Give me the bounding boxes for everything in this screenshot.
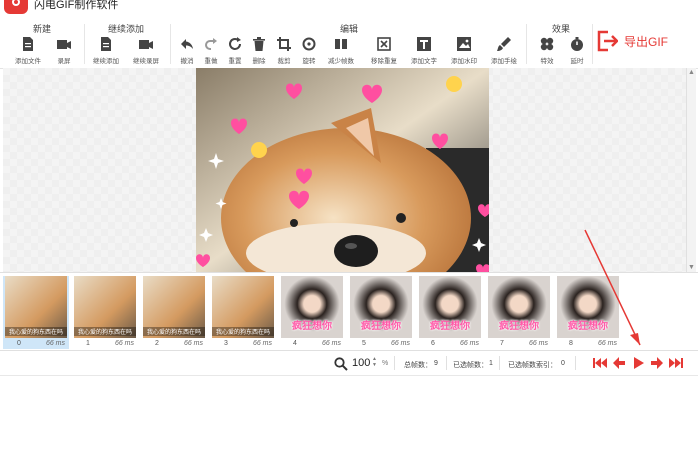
total-frames-label: 总帧数： xyxy=(404,362,432,369)
frame-image: 疯狂想你 xyxy=(350,276,412,338)
stopwatch-icon xyxy=(571,37,583,51)
fx-button[interactable]: 特效 xyxy=(532,36,562,65)
gif-preview-image xyxy=(196,68,489,272)
file-icon xyxy=(23,37,33,51)
status-bar: 100 ▲ ▼ % 总帧数： 9 已选帧数： 1 已选帧数索引： 0 xyxy=(0,350,698,376)
add-file-button[interactable]: 添加文件 xyxy=(13,36,43,65)
selected-index-label: 已选帧数索引： xyxy=(508,362,557,369)
prev-frame-icon[interactable] xyxy=(612,357,626,369)
selected-index-value: 0 xyxy=(561,360,565,367)
rotate-button[interactable]: 旋转 xyxy=(294,36,324,65)
selected-frames-value: 1 xyxy=(489,360,493,367)
redo-icon xyxy=(205,38,217,50)
export-icon xyxy=(597,30,618,52)
divider xyxy=(499,356,500,370)
frame-thumbnail-2[interactable]: 我心爱的狗东西在吗 2 66 ms xyxy=(141,276,207,349)
frame-thumbnail-0[interactable]: 我心爱的狗东西在吗 0 66 ms xyxy=(3,276,69,349)
frame-thumbnail-3[interactable]: 我心爱的狗东西在吗 3 66 ms xyxy=(210,276,276,349)
frame-thumbnail-7[interactable]: 疯狂想你 7 66 ms xyxy=(486,276,552,349)
frame-thumbnail-4[interactable]: 疯狂想你 4 66 ms xyxy=(279,276,345,349)
skip-first-icon[interactable] xyxy=(593,357,607,369)
divider xyxy=(170,24,171,64)
continue-record-button[interactable]: 继续录屏 xyxy=(131,36,161,65)
crop-icon xyxy=(277,37,291,51)
add-text-button[interactable]: 添加文字 xyxy=(409,36,439,65)
scroll-up-icon[interactable]: ▲ xyxy=(687,68,696,77)
app-title: 闪电GIF制作软件 xyxy=(34,0,119,11)
skip-last-icon[interactable] xyxy=(669,357,683,369)
reduce-frames-button[interactable]: 减少帧数 xyxy=(326,36,356,65)
frame-thumbnail-1[interactable]: 我心爱的狗东西在吗 1 66 ms xyxy=(72,276,138,349)
frame-image: 疯狂想你 xyxy=(419,276,481,338)
refresh-icon xyxy=(229,37,241,50)
zoom-unit: % xyxy=(382,360,389,367)
add-watermark-button[interactable]: 添加水印 xyxy=(449,36,479,65)
reduce-frames-icon xyxy=(335,39,347,49)
divider xyxy=(526,24,527,64)
frame-thumbnail-5[interactable]: 疯狂想你 5 66 ms xyxy=(348,276,414,349)
divider xyxy=(394,356,395,370)
group-title-continue: 继续添加 xyxy=(108,24,145,34)
frame-image: 疯狂想你 xyxy=(281,276,343,338)
remove-duplicate-button[interactable]: 移除重复 xyxy=(369,36,399,65)
frame-thumbnail-8[interactable]: 疯狂想你 8 66 ms xyxy=(555,276,621,349)
magnifier-icon xyxy=(334,357,348,371)
frame-filmstrip: 我心爱的狗东西在吗 0 66 ms 我心爱的狗东西在吗 1 66 ms 我心爱的… xyxy=(0,272,698,349)
divider xyxy=(446,356,447,370)
trash-icon xyxy=(253,37,265,51)
frame-thumbnail-6[interactable]: 疯狂想你 6 66 ms xyxy=(417,276,483,349)
zoom-input[interactable]: 100 xyxy=(352,357,370,369)
play-icon[interactable] xyxy=(631,357,645,369)
watermark-icon xyxy=(457,37,471,51)
divider xyxy=(575,356,576,370)
text-icon xyxy=(417,37,431,51)
export-gif-button[interactable]: 导出GIF xyxy=(596,30,668,52)
delay-button[interactable]: 延时 xyxy=(562,36,592,65)
divider xyxy=(592,24,593,64)
vertical-scrollbar[interactable]: ▲ ▼ xyxy=(686,68,696,272)
add-drawing-button[interactable]: 添加手绘 xyxy=(489,36,519,65)
title-bar: 闪电GIF制作软件 xyxy=(0,0,698,18)
frame-image: 我心爱的狗东西在吗 xyxy=(212,276,274,338)
selected-frames-label: 已选帧数： xyxy=(453,362,488,369)
record-button[interactable]: 录屏 xyxy=(49,36,79,65)
app-logo-icon xyxy=(4,0,28,14)
frame-image: 我心爱的狗东西在吗 xyxy=(74,276,136,338)
frame-image: 我心爱的狗东西在吗 xyxy=(5,276,67,338)
frame-image: 我心爱的狗东西在吗 xyxy=(143,276,205,338)
divider xyxy=(84,24,85,64)
brush-icon xyxy=(497,37,511,51)
continue-add-button[interactable]: 继续添加 xyxy=(91,36,121,65)
rotate-icon xyxy=(302,37,316,51)
group-title-new: 新建 xyxy=(33,24,52,34)
next-frame-icon[interactable] xyxy=(650,357,664,369)
ribbon-toolbar: 新建 继续添加 编辑 效果 添加文件 录屏 继续添加 继续录屏 撤消 重做 重置… xyxy=(0,18,698,69)
undo-icon xyxy=(181,39,193,49)
remove-duplicate-icon xyxy=(377,37,391,51)
total-frames-value: 9 xyxy=(434,360,438,367)
zoom-stepper[interactable]: ▲ ▼ xyxy=(372,356,377,368)
group-title-effects: 效果 xyxy=(552,24,571,34)
frame-image: 疯狂想你 xyxy=(557,276,619,338)
camera-icon xyxy=(57,40,71,49)
scroll-down-icon[interactable]: ▼ xyxy=(687,263,696,272)
camera-icon xyxy=(139,40,153,49)
file-icon xyxy=(101,37,111,51)
effects-icon xyxy=(540,37,554,51)
group-title-edit: 编辑 xyxy=(340,24,359,34)
frame-image: 疯狂想你 xyxy=(488,276,550,338)
